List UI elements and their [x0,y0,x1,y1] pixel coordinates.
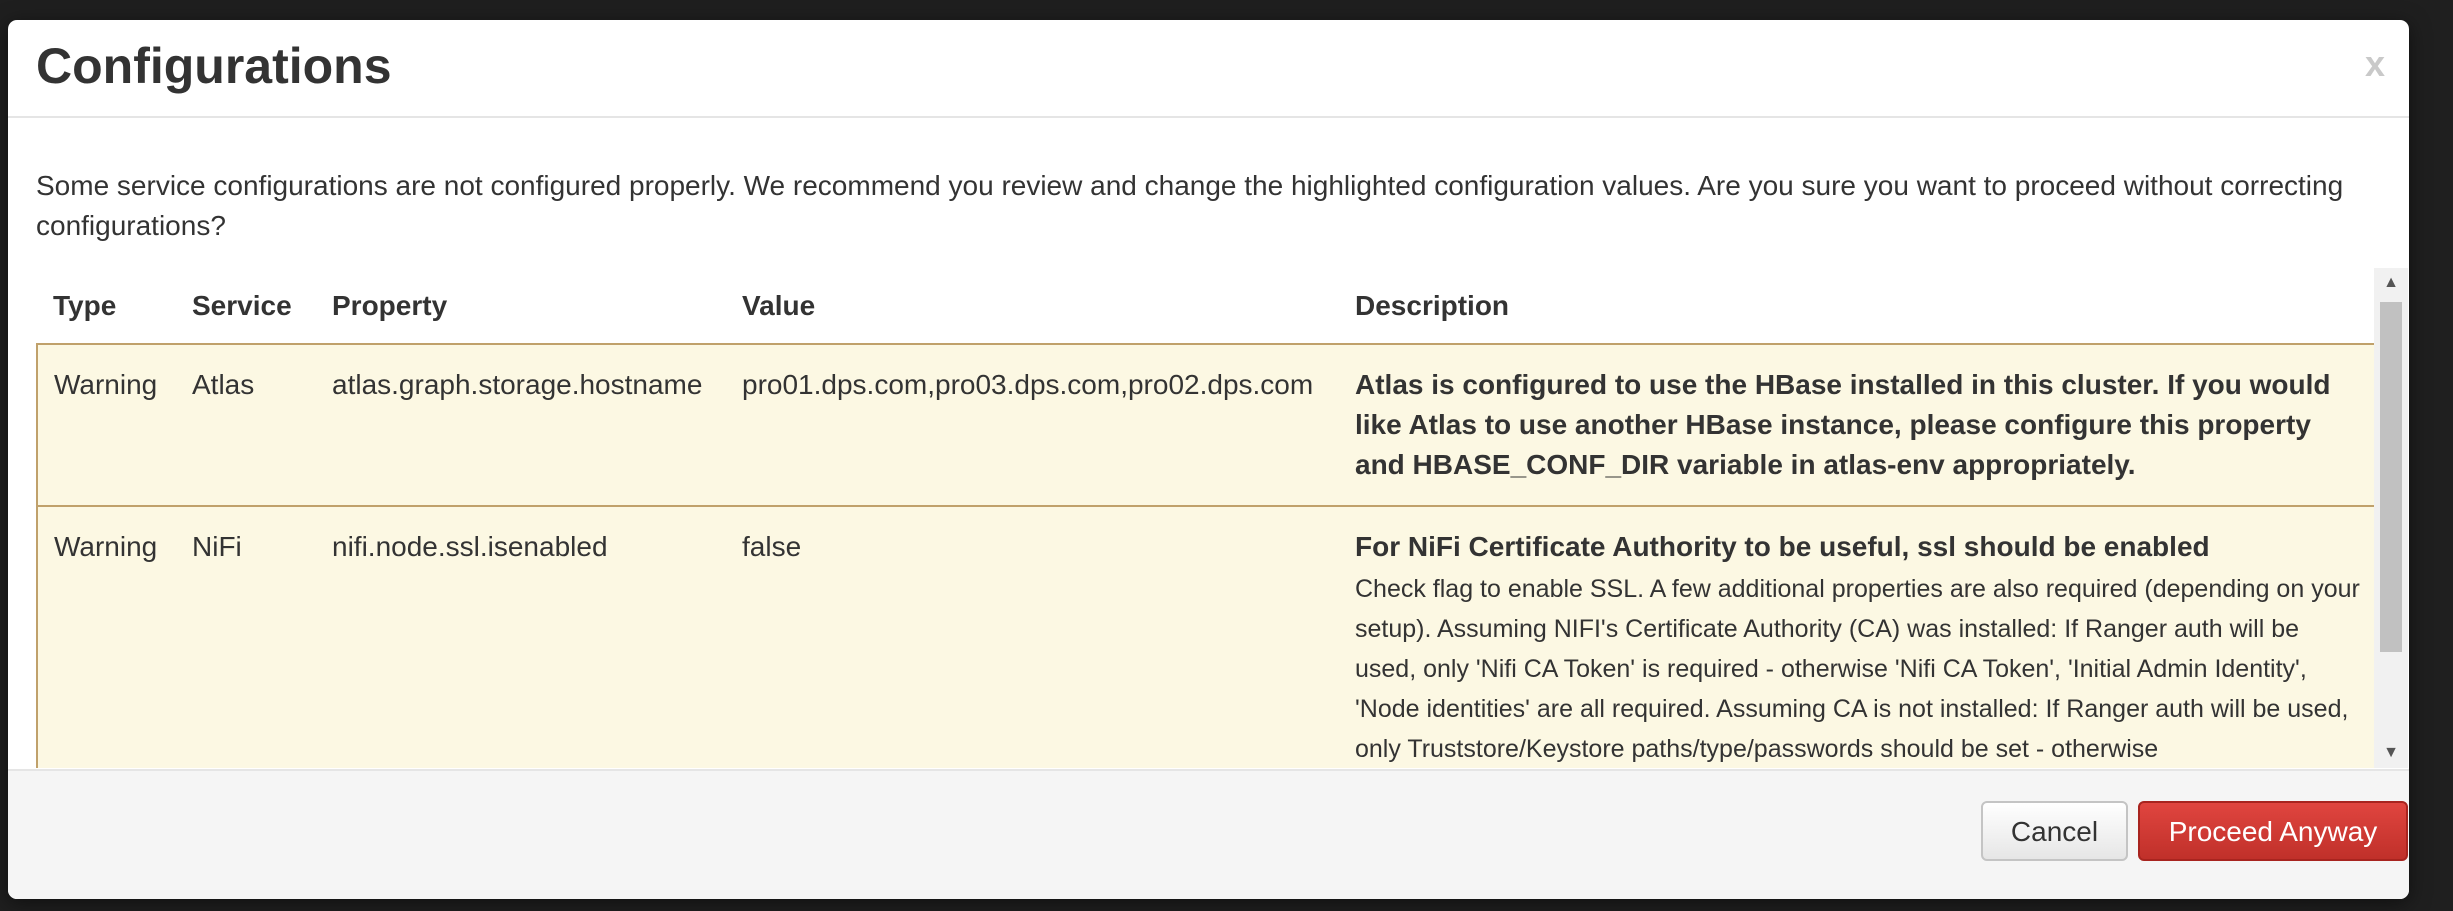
warning-message: Some service configurations are not conf… [36,170,2344,241]
column-header-property: Property [332,289,448,321]
dialog-title: Configurations [36,38,392,94]
description-detail: Check flag to enable SSL. A few addition… [1355,575,2360,763]
config-table: Type Service Property Value Description … [36,268,2384,768]
dialog-body: Some service configurations are not conf… [8,118,2409,768]
column-header-value: Value [742,289,816,321]
config-table-container[interactable]: Type Service Property Value Description … [36,268,2386,768]
table-row: Warning NiFi nifi.node.ssl.isenabled fal… [36,505,2384,768]
cell-description: Atlas is configured to use the HBase ins… [1339,343,2384,507]
column-header-description: Description [1355,289,1510,321]
proceed-anyway-button[interactable]: Proceed Anyway [2138,801,2408,861]
description-summary: Atlas is configured to use the HBase ins… [1355,369,2331,480]
cell-property: nifi.node.ssl.isenabled [316,505,726,768]
cell-value: pro01.dps.com,pro03.dps.com,pro02.dps.co… [726,343,1339,507]
column-header-type: Type [53,289,117,321]
cell-description: For NiFi Certificate Authority to be use… [1339,505,2384,768]
cell-value: false [726,505,1339,768]
cell-service: Atlas [176,343,316,507]
cell-type: Warning [36,343,176,507]
dialog-footer: Cancel Proceed Anyway [8,769,2409,899]
scrollbar-thumb[interactable] [2380,302,2402,652]
dialog-header: Configurations x [8,20,2409,118]
description-summary: For NiFi Certificate Authority to be use… [1355,531,2210,562]
column-header-service: Service [192,289,292,321]
cancel-button[interactable]: Cancel [1981,801,2128,861]
cell-property: atlas.graph.storage.hostname [316,343,726,507]
table-row: Warning Atlas atlas.graph.storage.hostna… [36,343,2384,507]
scroll-up-icon[interactable]: ▲ [2374,268,2408,298]
scroll-down-icon[interactable]: ▼ [2374,738,2408,768]
close-icon[interactable]: x [2365,44,2385,84]
cell-type: Warning [36,505,176,768]
cell-service: NiFi [176,505,316,768]
table-scrollbar[interactable]: ▲ ▼ [2374,268,2408,768]
configurations-dialog: Configurations x Some service configurat… [8,20,2409,899]
table-header-row: Type Service Property Value Description [37,268,2383,344]
